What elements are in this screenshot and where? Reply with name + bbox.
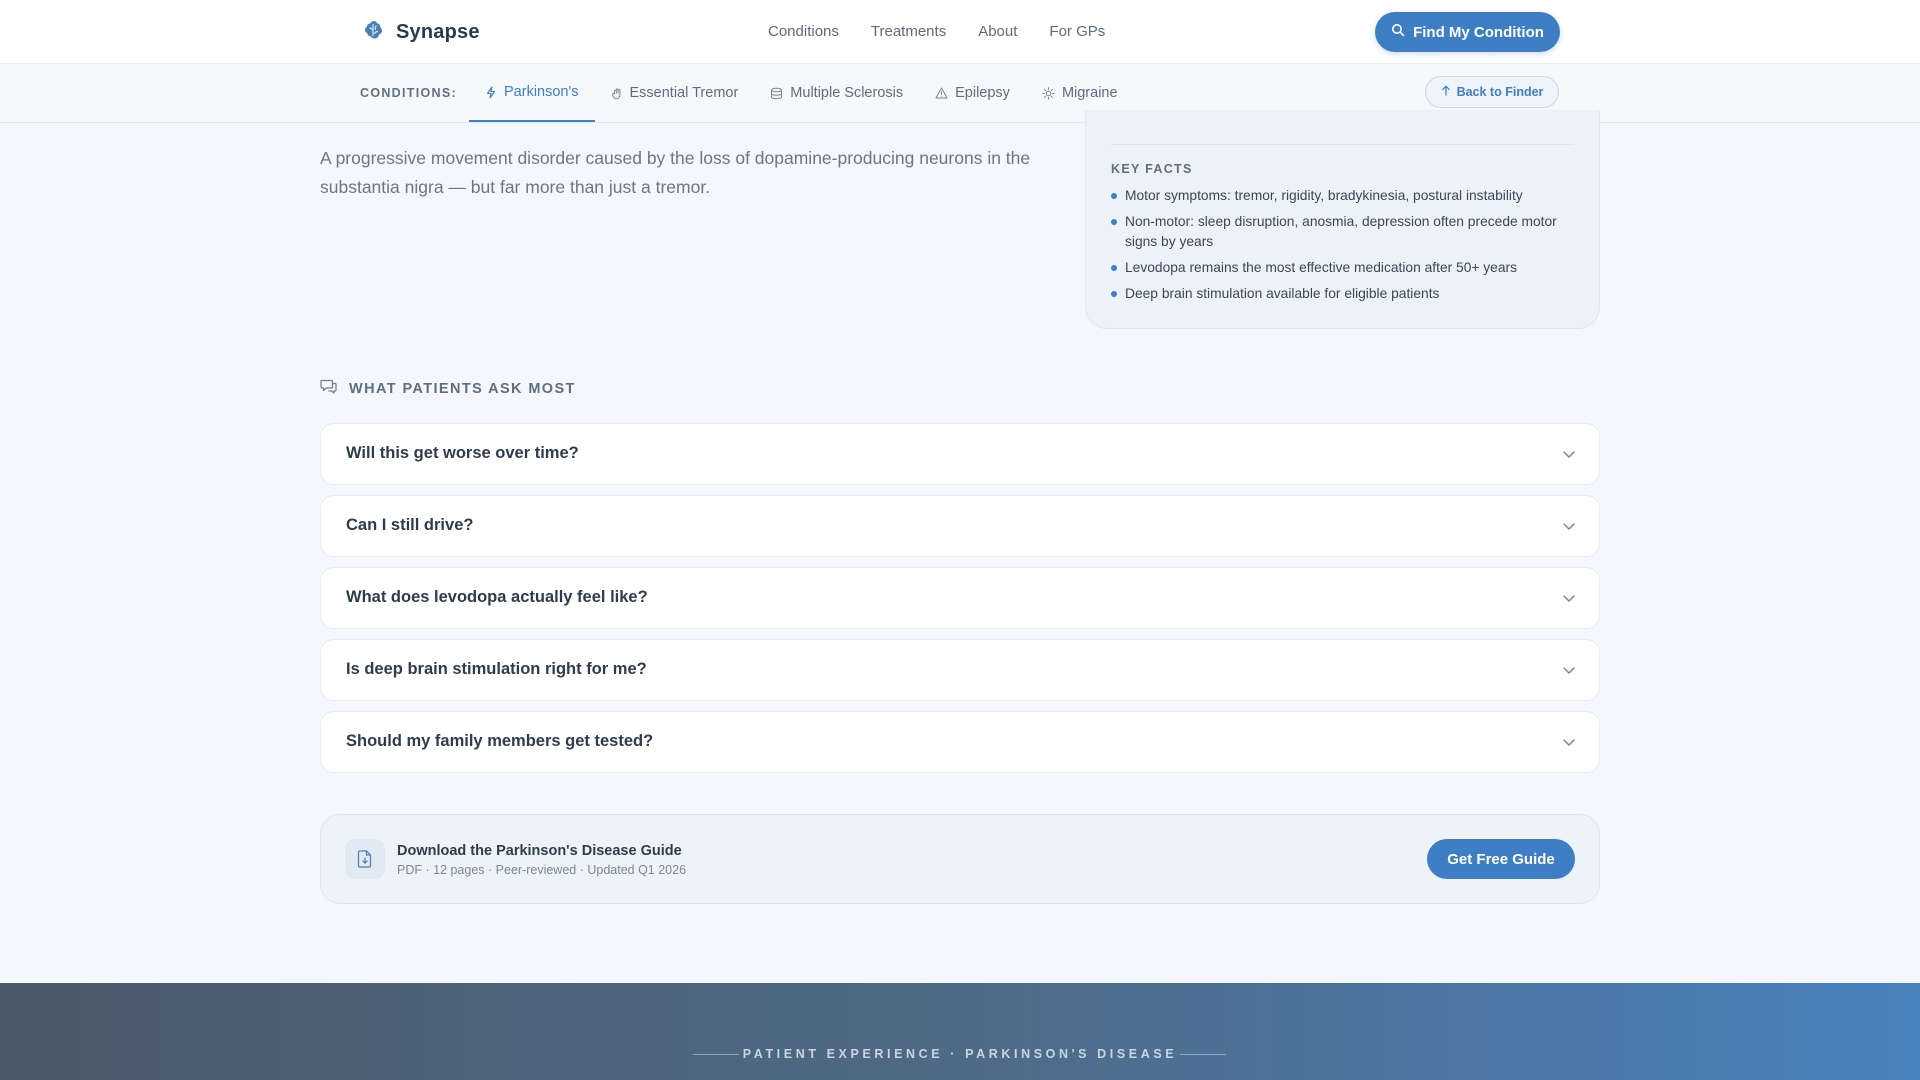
conditions-label: CONDITIONS: [360,86,457,100]
conditions-tab-bar: CONDITIONS: Parkinson's Essential Tremor… [0,64,1920,123]
conditions-tabs: Parkinson's Essential Tremor Multiple Sc… [469,64,1134,122]
guide-title: Download the Parkinson's Disease Guide [397,843,682,859]
chevron-down-icon [1561,590,1577,611]
tab-epilepsy[interactable]: Epilepsy [919,64,1026,122]
top-navigation-bar: Synapse Conditions Treatments About For … [0,0,1920,64]
banner-label: PATIENT EXPERIENCE · PARKINSON'S DISEASE [742,1047,1178,1061]
faq-item[interactable]: Will this get worse over time? [320,423,1600,485]
key-fact-item: Non-motor: sleep disruption, anosmia, de… [1111,212,1576,252]
guide-download-card: Download the Parkinson's Disease Guide P… [320,814,1600,904]
key-fact-item: Motor symptoms: tremor, rigidity, bradyk… [1111,186,1576,206]
tab-parkinsons[interactable]: Parkinson's [469,64,595,122]
hand-icon [611,87,623,100]
nav-for-gps[interactable]: For GPs [1049,23,1105,40]
brand-name: Synapse [396,21,480,43]
main-nav: Conditions Treatments About For GPs [768,0,1105,63]
tab-label: Essential Tremor [629,85,739,101]
key-facts-title: KEY FACTS [1111,162,1193,176]
nav-treatments[interactable]: Treatments [871,23,946,40]
key-fact-item: Levodopa remains the most effective medi… [1111,258,1576,278]
key-fact-item: Deep brain stimulation available for eli… [1111,284,1576,304]
faq-item[interactable]: Can I still drive? [320,495,1600,557]
tab-label: Epilepsy [955,85,1010,101]
chevron-down-icon [1561,518,1577,539]
guide-meta: PDF · 12 pages · Peer-reviewed · Updated… [397,863,687,877]
faq-item[interactable]: Is deep brain stimulation right for me? [320,639,1600,701]
nav-about[interactable]: About [978,23,1017,40]
faq-heading: WHAT PATIENTS ASK MOST [320,378,576,399]
find-my-condition-label: Find My Condition [1413,23,1544,41]
faq-question: What does levodopa actually feel like? [346,588,648,606]
key-facts-list: Motor symptoms: tremor, rigidity, bradyk… [1111,186,1576,310]
search-icon [1391,23,1405,41]
faq-question: Can I still drive? [346,516,474,534]
tab-multiple-sclerosis[interactable]: Multiple Sclerosis [754,64,919,122]
faq-question: Is deep brain stimulation right for me? [346,660,647,678]
layers-icon [770,87,783,100]
brain-icon [362,18,386,47]
chevron-down-icon [1561,446,1577,467]
chevron-down-icon [1561,734,1577,755]
faq-heading-text: WHAT PATIENTS ASK MOST [349,380,576,397]
find-my-condition-button[interactable]: Find My Condition [1375,12,1560,52]
chat-bubble-icon [320,378,337,399]
lightning-icon [485,85,497,99]
tab-label: Multiple Sclerosis [790,85,904,101]
get-free-guide-button[interactable]: Get Free Guide [1427,839,1575,879]
arrow-up-icon [1441,85,1451,99]
faq-item[interactable]: Should my family members get tested? [320,711,1600,773]
key-facts-card: KEY FACTS Motor symptoms: tremor, rigidi… [1085,110,1600,329]
nav-conditions[interactable]: Conditions [768,23,839,40]
tab-label: Parkinson's [504,84,579,100]
warning-icon [935,87,948,99]
faq-item[interactable]: What does levodopa actually feel like? [320,567,1600,629]
back-to-finder-label: Back to Finder [1456,85,1544,99]
patient-experience-banner: PATIENT EXPERIENCE · PARKINSON'S DISEASE [0,983,1920,1080]
back-to-finder-button[interactable]: Back to Finder [1425,76,1559,108]
tab-label: Migraine [1061,85,1118,101]
divider [1111,144,1574,145]
faq-question: Will this get worse over time? [346,444,579,462]
tab-essential-tremor[interactable]: Essential Tremor [595,64,755,122]
faq-question: Should my family members get tested? [346,732,654,750]
sun-icon [1042,86,1055,100]
document-download-icon [345,839,385,879]
condition-description: A progressive movement disorder caused b… [320,148,1031,197]
brand-logo[interactable]: Synapse [362,18,480,47]
chevron-down-icon [1561,662,1577,683]
